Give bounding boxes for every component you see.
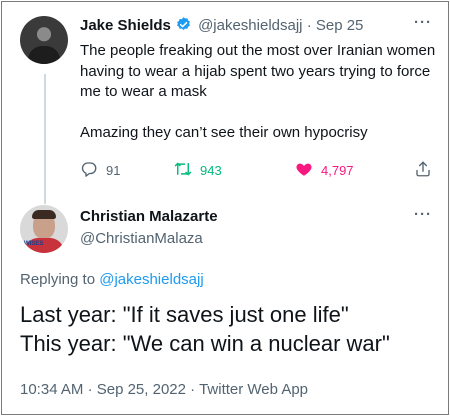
original-tweet-date[interactable]: Sep 25 bbox=[316, 17, 364, 34]
avatar-shirt bbox=[28, 46, 60, 64]
reply-tweet-text: Last year: "If it saves just one life" T… bbox=[20, 300, 440, 358]
jake-shields-avatar[interactable] bbox=[20, 16, 68, 64]
reply-author-name[interactable]: Christian Malazarte bbox=[80, 207, 218, 227]
heart-filled-icon bbox=[295, 160, 313, 181]
tweet-metadata: 10:34 AM · Sep 25, 2022 · Twitter Web Ap… bbox=[20, 380, 308, 400]
original-author-handle[interactable]: @jakeshieldsajj bbox=[198, 17, 302, 34]
avatar-hair bbox=[32, 210, 56, 219]
reply-text-line: Last year: "If it saves just one life" bbox=[20, 302, 349, 327]
like-count: 4,797 bbox=[321, 162, 354, 178]
verified-badge-icon bbox=[175, 16, 192, 33]
tweet-screenshot-frame: Jake Shields @jakeshieldsajj · Sep 25 ··… bbox=[1, 1, 449, 415]
meta-separator: · bbox=[190, 381, 196, 398]
reply-bubble-icon bbox=[80, 160, 98, 181]
reply-text-line: This year: "We can win a nuclear war" bbox=[20, 331, 390, 356]
tweet-date-link[interactable]: Sep 25, 2022 bbox=[97, 381, 186, 398]
thread-connector-line bbox=[44, 74, 46, 204]
tweet-paragraph: The people freaking out the most over Ir… bbox=[80, 42, 436, 100]
reply-author-handle[interactable]: @ChristianMalaza bbox=[80, 229, 203, 249]
replying-to-line: Replying to @jakeshieldsajj bbox=[20, 270, 204, 290]
more-dots-icon[interactable]: ··· bbox=[414, 14, 432, 31]
more-dots-icon[interactable]: ··· bbox=[414, 206, 432, 223]
retweet-count: 943 bbox=[200, 162, 222, 178]
avatar-shirt-text: WISES bbox=[24, 241, 44, 247]
retweet-arrows-icon bbox=[174, 160, 192, 181]
christian-malazarte-avatar[interactable]: WISES bbox=[20, 205, 68, 253]
replying-to-prefix: Replying to bbox=[20, 271, 96, 288]
reply-button[interactable]: 91 bbox=[80, 160, 120, 180]
tweet-action-bar: 91 943 4,797 bbox=[80, 160, 436, 180]
reply-count: 91 bbox=[106, 162, 121, 178]
header-separator: · bbox=[306, 17, 312, 34]
tweet-source[interactable]: Twitter Web App bbox=[199, 381, 308, 398]
original-author-name[interactable]: Jake Shields bbox=[80, 17, 171, 34]
share-upload-icon bbox=[414, 160, 432, 181]
meta-separator: · bbox=[87, 381, 93, 398]
tweet-paragraph: Amazing they can’t see their own hypocri… bbox=[80, 123, 368, 141]
retweet-button[interactable]: 943 bbox=[174, 160, 222, 180]
original-tweet-header: Jake Shields @jakeshieldsajj · Sep 25 bbox=[80, 16, 363, 36]
share-button[interactable] bbox=[414, 160, 432, 180]
tweet-time-link[interactable]: 10:34 AM bbox=[20, 381, 83, 398]
replying-to-mention-link[interactable]: @jakeshieldsajj bbox=[99, 271, 203, 288]
original-tweet-text: The people freaking out the most over Ir… bbox=[80, 41, 440, 143]
like-button[interactable]: 4,797 bbox=[295, 160, 354, 180]
